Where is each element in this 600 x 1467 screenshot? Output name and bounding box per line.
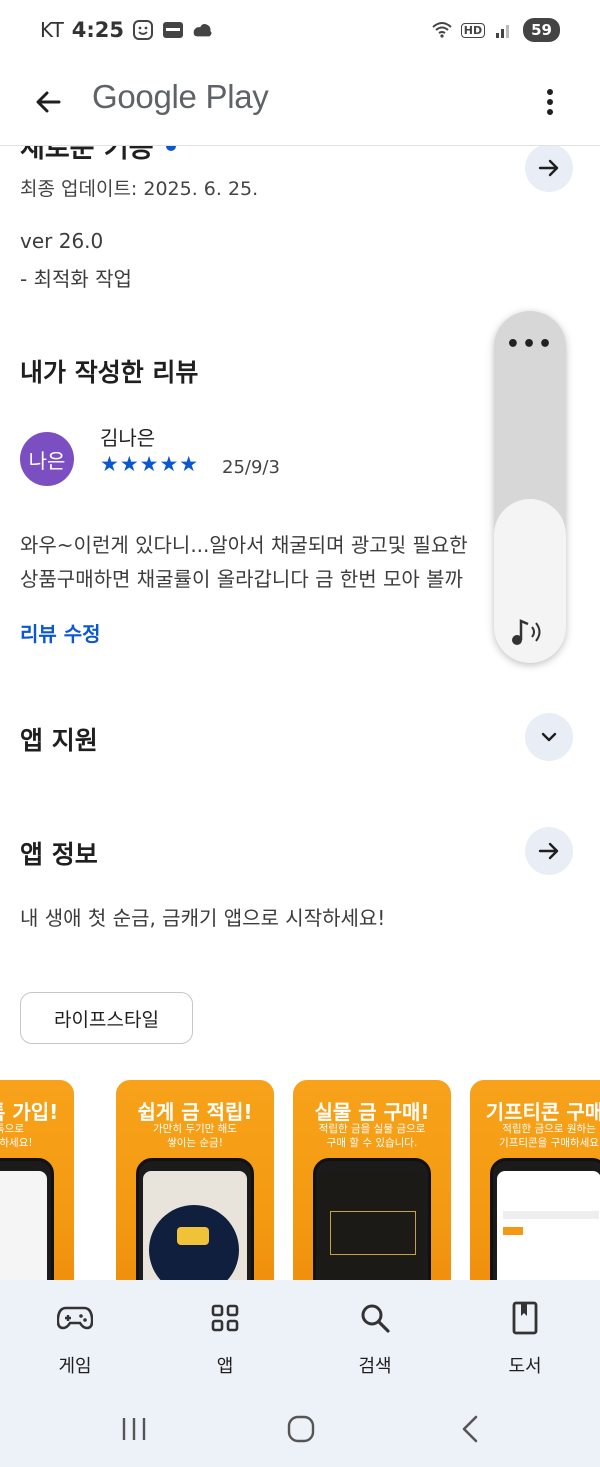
my-review-title: 내가 작성한 리뷰 [20, 358, 199, 387]
app-support-expand-button[interactable] [525, 713, 573, 761]
nav-label-search: 검색 [358, 1356, 392, 1377]
nav-books[interactable]: 도서 [450, 1280, 600, 1390]
phone-mockup [313, 1158, 431, 1280]
screenshot-card[interactable]: 기프티콘 구매! 적립한 금으로 원하는 기프티콘을 구매하세요 [470, 1080, 600, 1280]
screenshot-subtitle: 적립한 금을 실물 금으로 구매 할 수 있습니다. [318, 1123, 426, 1149]
search-icon [357, 1300, 393, 1336]
arrow-right-icon [538, 159, 559, 177]
ably-notification-icon [162, 19, 184, 41]
system-back-button[interactable] [450, 1412, 490, 1446]
phone-mockup [0, 1158, 54, 1280]
bottom-navigation: 게임 앱 검색 도서 [0, 1280, 600, 1390]
screenshot-title: 쉽게 금 적립! [137, 1100, 253, 1124]
media-volume-icon [512, 619, 541, 645]
update-note: - 최적화 작업 [20, 267, 132, 291]
whats-new-arrow-button[interactable] [525, 146, 573, 192]
review-text-line-2: 상품구매하면 채굴률이 올라갑니다 금 한번 모아 볼까 [20, 567, 463, 591]
gamepad-icon [57, 1300, 93, 1336]
nav-label-books: 도서 [508, 1356, 542, 1377]
arrow-right-icon [538, 842, 559, 860]
app-title: Google Play [92, 78, 269, 115]
category-chip[interactable]: 라이프스타일 [20, 992, 193, 1044]
more-options-button[interactable] [528, 80, 572, 124]
whats-new-title: 새로운 기능 [20, 146, 154, 164]
app-info-arrow-button[interactable] [525, 827, 573, 875]
back-button[interactable] [26, 80, 70, 124]
screenshot-card[interactable]: 실물 금 구매! 적립한 금을 실물 금으로 구매 할 수 있습니다. [293, 1080, 451, 1280]
status-bar: KT 4:25 HD 59 [0, 0, 600, 62]
reviewer-name: 김나은 [100, 426, 156, 450]
screenshot-card[interactable]: 카카오톡 가입! 카카오톡으로 쉽게 시작하세요! [0, 1080, 74, 1280]
last-updated-date: 최종 업데이트: 2025. 6. 25. [20, 178, 259, 200]
system-navigation-bar [0, 1390, 600, 1467]
review-text-line-1: 와우~이런게 있다니...알아서 채굴되며 광고및 필요한 [20, 533, 468, 557]
avatar: 나은 [20, 432, 74, 486]
status-right: HD 59 [431, 18, 560, 42]
screenshot-title: 실물 금 구매! [314, 1100, 430, 1124]
recent-apps-button[interactable] [114, 1412, 154, 1446]
whats-new-heading: 새로운 기능 [20, 146, 176, 165]
recent-apps-icon [122, 1418, 146, 1440]
apps-grid-icon [207, 1300, 243, 1336]
app-info-title: 앱 정보 [20, 840, 98, 869]
app-bar: Google Play [0, 62, 600, 146]
new-indicator-dot [165, 146, 176, 151]
more-horiz-icon[interactable]: ••• [494, 334, 566, 356]
status-left: KT 4:25 [40, 18, 214, 42]
nav-apps[interactable]: 앱 [150, 1280, 300, 1390]
nav-label-apps: 앱 [216, 1356, 234, 1377]
home-icon [287, 1415, 315, 1443]
cloud-notification-icon [192, 19, 214, 41]
nav-games[interactable]: 게임 [0, 1280, 150, 1390]
screenshot-subtitle: 가만히 두기만 해도 쌓이는 순금! [153, 1123, 237, 1149]
home-button[interactable] [281, 1412, 321, 1446]
carrier-label: KT [40, 18, 64, 42]
nav-search[interactable]: 검색 [300, 1280, 450, 1390]
volume-panel[interactable]: ••• [494, 311, 566, 663]
star-rating: ★★★★★ [100, 452, 200, 476]
more-vert-icon [547, 89, 553, 115]
book-icon [507, 1300, 543, 1336]
signal-icon [493, 19, 515, 41]
edit-review-link[interactable]: 리뷰 수정 [20, 618, 101, 647]
clock: 4:25 [71, 18, 125, 42]
phone-mockup [136, 1158, 254, 1280]
screenshot-title: 기프티콘 구매! [485, 1100, 600, 1124]
review-date: 25/9/3 [222, 457, 280, 478]
hd-voice-icon: HD [460, 22, 486, 38]
app-support-title: 앱 지원 [20, 726, 98, 755]
screenshot-title: 카카오톡 가입! [0, 1100, 59, 1124]
version-text: ver 26.0 [20, 229, 104, 253]
chevron-down-icon [541, 732, 557, 742]
phone-mockup [490, 1158, 600, 1280]
nav-label-games: 게임 [58, 1356, 92, 1377]
screenshot-card[interactable]: 쉽게 금 적립! 가만히 두기만 해도 쌓이는 순금! [116, 1080, 274, 1280]
wifi-icon [431, 19, 453, 41]
smiley-notification-icon [132, 19, 154, 41]
arrow-left-icon [36, 91, 61, 113]
battery-indicator: 59 [523, 18, 560, 42]
screenshot-subtitle: 적립한 금으로 원하는 기프티콘을 구매하세요 [499, 1123, 599, 1149]
chevron-left-icon [462, 1415, 478, 1443]
app-description: 내 생애 첫 순금, 금캐기 앱으로 시작하세요! [20, 906, 386, 930]
screenshot-carousel[interactable]: 카카오톡 가입! 카카오톡으로 쉽게 시작하세요! 쉽게 금 적립! 가만히 두… [0, 1080, 600, 1280]
screenshot-subtitle: 카카오톡으로 쉽게 시작하세요! [0, 1123, 33, 1149]
